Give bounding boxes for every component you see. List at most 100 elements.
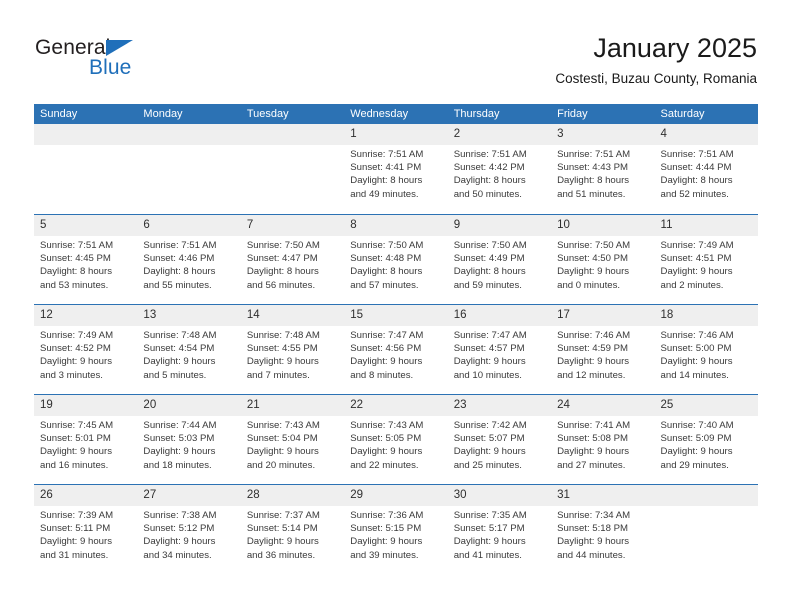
day-cell[interactable]: 1 Sunrise: 7:51 AM Sunset: 4:41 PM Daylight… <box>344 124 448 214</box>
daylight-text-line1: Daylight: 9 hours <box>660 356 733 368</box>
sunrise-text: Sunrise: 7:42 AM <box>453 420 527 431</box>
day-cell[interactable]: 2 Sunrise: 7:51 AM Sunset: 4:42 PM Daylight… <box>447 124 552 214</box>
weekday-header-saturday: Saturday <box>660 108 705 120</box>
sunset-text: Sunset: 4:43 PM <box>557 162 629 174</box>
day-cell[interactable]: 29 Sunrise: 7:36 AM Sunset: 5:15 PM Dayligh… <box>344 485 448 574</box>
weekday-header-monday: Monday <box>143 108 183 120</box>
day-cell[interactable]: 18 Sunrise: 7:46 AM Sunset: 5:00 PM Dayligh… <box>654 305 758 394</box>
sunset-text: Sunset: 4:44 PM <box>660 162 732 174</box>
day-cell[interactable]: 14 Sunrise: 7:48 AM Sunset: 4:55 PM Dayligh… <box>240 305 345 394</box>
day-cell[interactable]: 25 Sunrise: 7:40 AM Sunset: 5:09 PM Dayligh… <box>654 395 758 484</box>
day-cell[interactable]: 8 Sunrise: 7:50 AM Sunset: 4:48 PM Daylight… <box>344 215 448 304</box>
day-cell[interactable]: 26 Sunrise: 7:39 AM Sunset: 5:11 PM Dayligh… <box>34 485 138 574</box>
day-number: 3 <box>557 128 564 140</box>
daylight-text-line2: and 7 minutes. <box>246 369 310 381</box>
day-cell[interactable]: 16 Sunrise: 7:47 AM Sunset: 4:57 PM Dayligh… <box>447 305 552 394</box>
day-cell[interactable]: 3 Sunrise: 7:51 AM Sunset: 4:43 PM Daylight… <box>551 124 655 214</box>
day-cell[interactable]: 5 Sunrise: 7:51 AM Sunset: 4:45 PM Daylight… <box>34 215 138 304</box>
week-row: 12 Sunrise: 7:49 AM Sunset: 4:52 PM Dayligh… <box>34 304 758 394</box>
day-cell[interactable]: 6 Sunrise: 7:51 AM Sunset: 4:46 PM Daylight… <box>137 215 241 304</box>
daylight-text-line1: Daylight: 9 hours <box>557 446 630 458</box>
day-cell[interactable]: 20 Sunrise: 7:44 AM Sunset: 5:03 PM Dayligh… <box>137 395 241 484</box>
day-cell[interactable]: 24 Sunrise: 7:41 AM Sunset: 5:08 PM Dayligh… <box>551 395 655 484</box>
sunrise-text: Sunrise: 7:46 AM <box>557 330 631 341</box>
sunset-text: Sunset: 5:04 PM <box>246 433 318 445</box>
day-cell[interactable]: 17 Sunrise: 7:46 AM Sunset: 4:59 PM Dayligh… <box>551 305 655 394</box>
daylight-text-line1: Daylight: 8 hours <box>453 266 526 278</box>
day-cell[interactable]: 23 Sunrise: 7:42 AM Sunset: 5:07 PM Dayligh… <box>447 395 552 484</box>
day-number-band <box>344 124 448 145</box>
day-cell[interactable]: 31 Sunrise: 7:34 AM Sunset: 5:18 PM Dayligh… <box>551 485 655 574</box>
day-cell[interactable]: 11 Sunrise: 7:49 AM Sunset: 4:51 PM Dayligh… <box>654 215 758 304</box>
sunrise-text: Sunrise: 7:49 AM <box>40 330 114 341</box>
daylight-text-line1: Daylight: 9 hours <box>557 266 630 278</box>
day-number: 20 <box>143 399 157 411</box>
sunrise-text: Sunrise: 7:48 AM <box>143 330 217 341</box>
daylight-text-line2: and 57 minutes. <box>350 279 419 291</box>
page-header: General Blue January 2025 Costesti, Buza… <box>0 0 792 100</box>
day-cell[interactable]: 21 Sunrise: 7:43 AM Sunset: 5:04 PM Dayligh… <box>240 395 345 484</box>
sunrise-text: Sunrise: 7:45 AM <box>40 420 114 431</box>
daylight-text-line1: Daylight: 8 hours <box>453 175 526 187</box>
day-cell[interactable]: 22 Sunrise: 7:43 AM Sunset: 5:05 PM Dayligh… <box>344 395 448 484</box>
daylight-text-line2: and 39 minutes. <box>350 549 419 561</box>
day-info: Sunrise: 7:45 AM Sunset: 5:01 PM Daylight:… <box>40 419 134 472</box>
day-info: Sunrise: 7:51 AM Sunset: 4:43 PM Daylight:… <box>557 148 651 201</box>
day-number: 1 <box>350 128 357 140</box>
day-info: Sunrise: 7:50 AM Sunset: 4:48 PM Daylight:… <box>350 239 444 292</box>
daylight-text-line1: Daylight: 9 hours <box>143 356 216 368</box>
daylight-text-line2: and 0 minutes. <box>557 279 621 291</box>
day-number: 12 <box>40 309 53 321</box>
day-info: Sunrise: 7:48 AM Sunset: 4:54 PM Daylight:… <box>143 329 237 382</box>
daylight-text-line2: and 2 minutes. <box>660 279 724 291</box>
sunrise-text: Sunrise: 7:39 AM <box>40 510 114 521</box>
sunset-text: Sunset: 4:42 PM <box>453 162 525 174</box>
day-info: Sunrise: 7:46 AM Sunset: 4:59 PM Daylight:… <box>557 329 651 382</box>
daylight-text-line1: Daylight: 9 hours <box>453 356 526 368</box>
daylight-text-line1: Daylight: 9 hours <box>660 446 733 458</box>
day-cell[interactable]: 13 Sunrise: 7:48 AM Sunset: 4:54 PM Dayligh… <box>137 305 241 394</box>
day-number: 7 <box>246 219 254 231</box>
general-blue-logo[interactable]: General Blue <box>35 36 215 84</box>
day-cell[interactable]: 10 Sunrise: 7:50 AM Sunset: 4:50 PM Dayligh… <box>551 215 655 304</box>
sunset-text: Sunset: 4:52 PM <box>40 343 111 355</box>
day-cell[interactable]: 19 Sunrise: 7:45 AM Sunset: 5:01 PM Dayligh… <box>34 395 138 484</box>
daylight-text-line2: and 14 minutes. <box>660 369 729 381</box>
daylight-text-line1: Daylight: 9 hours <box>557 536 630 548</box>
day-info: Sunrise: 7:46 AM Sunset: 5:00 PM Daylight:… <box>661 329 755 382</box>
daylight-text-line1: Daylight: 8 hours <box>557 175 630 187</box>
day-number-band <box>551 124 655 145</box>
day-cell[interactable]: 30 Sunrise: 7:35 AM Sunset: 5:17 PM Dayligh… <box>447 485 552 574</box>
daylight-text-line2: and 55 minutes. <box>143 279 212 291</box>
day-number-band <box>240 215 345 236</box>
day-cell[interactable]: 9 Sunrise: 7:50 AM Sunset: 4:49 PM Daylight… <box>447 215 552 304</box>
day-cell-empty <box>137 124 241 214</box>
day-info: Sunrise: 7:51 AM Sunset: 4:41 PM Daylight:… <box>350 148 444 201</box>
day-cell[interactable]: 12 Sunrise: 7:49 AM Sunset: 4:52 PM Dayligh… <box>34 305 138 394</box>
sunset-text: Sunset: 4:55 PM <box>246 343 318 355</box>
day-number-band <box>447 124 552 145</box>
day-cell[interactable]: 27 Sunrise: 7:38 AM Sunset: 5:12 PM Dayligh… <box>137 485 241 574</box>
sunset-text: Sunset: 4:51 PM <box>660 253 732 265</box>
day-cell[interactable]: 7 Sunrise: 7:50 AM Sunset: 4:47 PM Daylight… <box>240 215 345 304</box>
daylight-text-line1: Daylight: 8 hours <box>350 266 423 278</box>
daylight-text-line2: and 27 minutes. <box>557 459 626 471</box>
day-number: 2 <box>453 128 461 140</box>
sunset-text: Sunset: 5:12 PM <box>143 523 215 535</box>
day-cell[interactable]: 28 Sunrise: 7:37 AM Sunset: 5:14 PM Dayligh… <box>240 485 345 574</box>
sunset-text: Sunset: 4:47 PM <box>246 253 318 265</box>
day-info: Sunrise: 7:49 AM Sunset: 4:52 PM Daylight:… <box>40 329 134 382</box>
day-number: 5 <box>40 219 47 231</box>
day-info: Sunrise: 7:40 AM Sunset: 5:09 PM Daylight:… <box>661 419 755 472</box>
day-info: Sunrise: 7:43 AM Sunset: 5:04 PM Daylight:… <box>247 419 341 472</box>
day-info: Sunrise: 7:43 AM Sunset: 5:05 PM Daylight:… <box>350 419 444 472</box>
sunrise-text: Sunrise: 7:50 AM <box>453 240 527 251</box>
daylight-text-line2: and 51 minutes. <box>557 188 626 200</box>
day-info: Sunrise: 7:37 AM Sunset: 5:14 PM Daylight:… <box>247 509 341 562</box>
sunset-text: Sunset: 5:17 PM <box>453 523 525 535</box>
day-cell[interactable]: 4 Sunrise: 7:51 AM Sunset: 4:44 PM Daylight… <box>654 124 758 214</box>
day-cell[interactable]: 15 Sunrise: 7:47 AM Sunset: 4:56 PM Dayligh… <box>344 305 448 394</box>
sunrise-text: Sunrise: 7:35 AM <box>453 510 527 521</box>
day-number: 29 <box>350 489 364 501</box>
day-number: 26 <box>40 489 53 501</box>
